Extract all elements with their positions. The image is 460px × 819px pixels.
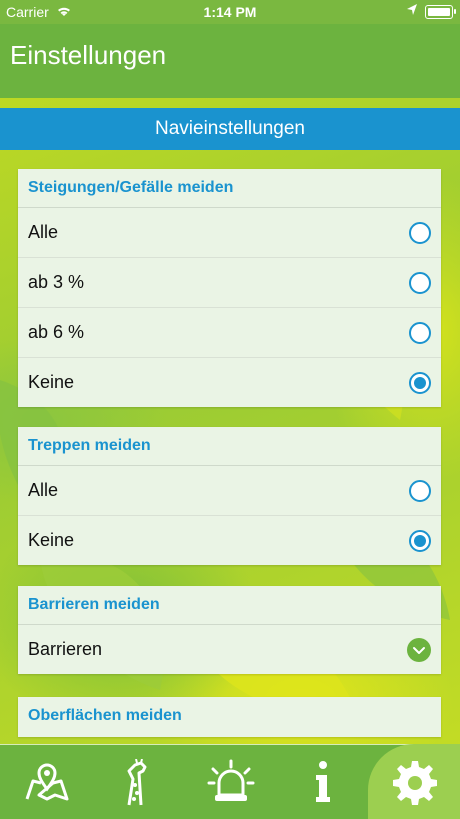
group-title: Barrieren meiden bbox=[18, 586, 441, 625]
tab-emergency[interactable] bbox=[184, 745, 276, 819]
tab-settings[interactable] bbox=[368, 745, 460, 819]
radio-button-selected[interactable] bbox=[409, 372, 431, 394]
radio-button[interactable] bbox=[409, 272, 431, 294]
checkmark-icon[interactable] bbox=[407, 638, 431, 662]
option-row[interactable]: Alle bbox=[18, 208, 441, 258]
option-row[interactable]: ab 3 % bbox=[18, 258, 441, 308]
radio-button[interactable] bbox=[409, 222, 431, 244]
group-title: Treppen meiden bbox=[18, 427, 441, 466]
section-title: Navieinstellungen bbox=[155, 118, 305, 139]
tab-info[interactable] bbox=[276, 745, 368, 819]
option-label: Keine bbox=[28, 372, 75, 392]
navigation-bar: Einstellungen bbox=[0, 24, 460, 98]
option-label: Barrieren bbox=[28, 639, 103, 659]
group-title: Oberflächen meiden bbox=[28, 707, 182, 724]
tab-map[interactable] bbox=[0, 745, 92, 819]
stairs-settings-card: Treppen meiden Alle Keine bbox=[18, 427, 441, 565]
option-label: ab 3 % bbox=[28, 272, 85, 292]
gear-icon bbox=[393, 761, 437, 805]
option-row[interactable]: ab 6 % bbox=[18, 308, 441, 358]
map-pin-icon bbox=[25, 763, 69, 801]
barriers-settings-card: Barrieren meiden Barrieren bbox=[18, 586, 441, 674]
option-label: Alle bbox=[28, 480, 59, 500]
status-time: 1:14 PM bbox=[203, 4, 257, 20]
option-row[interactable]: Barrieren bbox=[18, 625, 441, 674]
info-icon bbox=[316, 761, 330, 802]
option-row[interactable]: Keine bbox=[18, 516, 441, 565]
location-arrow-icon bbox=[406, 3, 418, 20]
alarm-siren-icon bbox=[207, 759, 255, 801]
radio-button[interactable] bbox=[409, 480, 431, 502]
option-label: ab 6 % bbox=[28, 322, 85, 342]
section-header: Navieinstellungen bbox=[0, 108, 460, 150]
giraffe-icon bbox=[127, 759, 147, 806]
slope-settings-card: Steigungen/Gefälle meiden Alle ab 3 % ab… bbox=[18, 169, 441, 407]
radio-button-selected[interactable] bbox=[409, 530, 431, 552]
tab-bar bbox=[0, 744, 460, 819]
radio-button[interactable] bbox=[409, 322, 431, 344]
battery-icon bbox=[425, 5, 456, 19]
option-label: Alle bbox=[28, 222, 59, 242]
option-row[interactable]: Keine bbox=[18, 358, 441, 407]
option-label: Keine bbox=[28, 530, 75, 550]
group-title: Steigungen/Gefälle meiden bbox=[18, 169, 441, 208]
page-title: Einstellungen bbox=[10, 40, 167, 70]
surfaces-settings-card: Oberflächen meiden bbox=[18, 697, 441, 737]
status-bar: Carrier 1:14 PM bbox=[0, 0, 460, 24]
option-row[interactable]: Alle bbox=[18, 466, 441, 516]
tab-animals[interactable] bbox=[92, 745, 184, 819]
